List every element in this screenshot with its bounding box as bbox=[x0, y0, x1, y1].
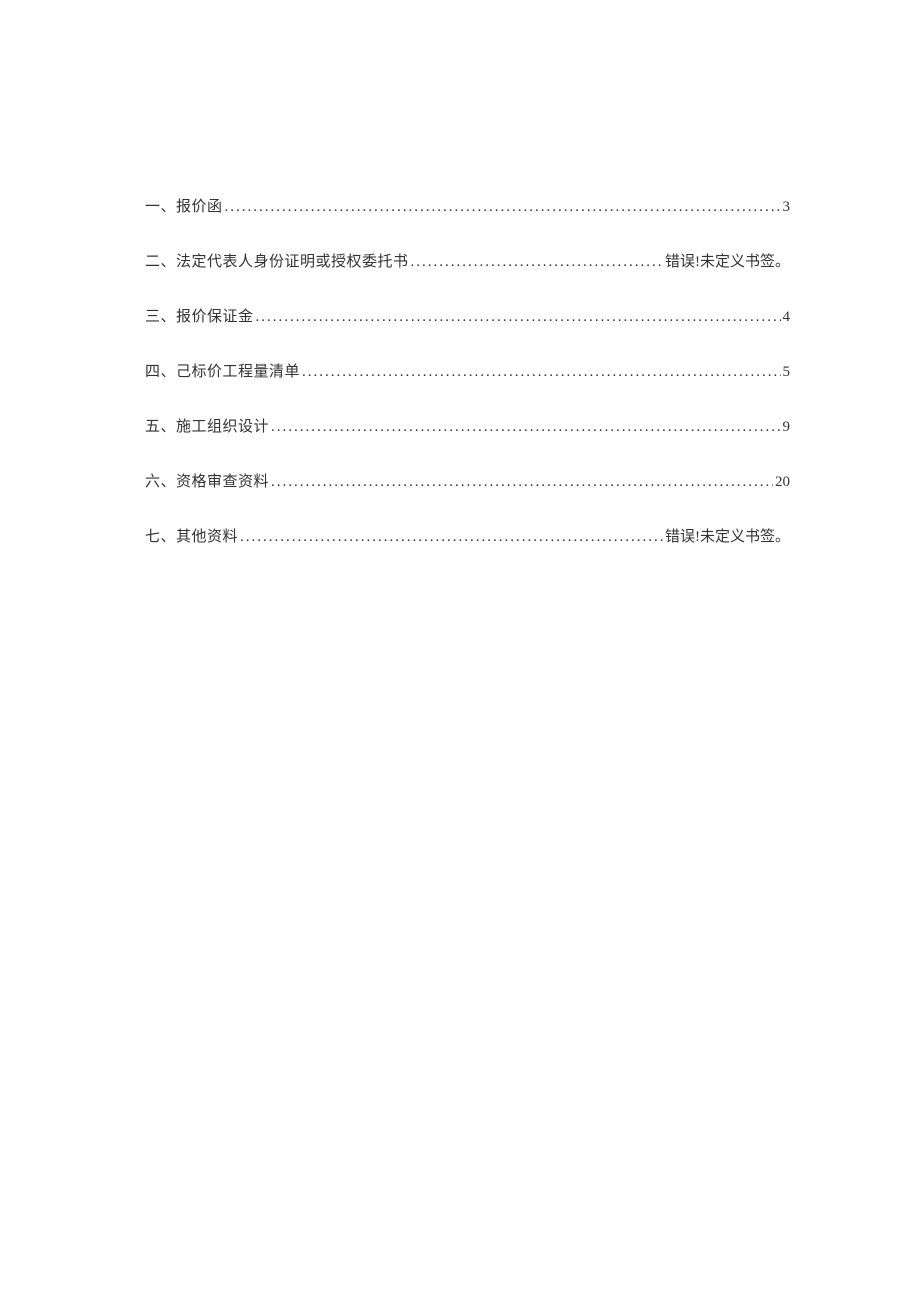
toc-leader-dots bbox=[256, 309, 781, 326]
toc-label: 四、己标价工程量清单 bbox=[145, 360, 300, 381]
toc-label: 五、施工组织设计 bbox=[145, 415, 269, 436]
toc-entry: 一、报价函 3 bbox=[145, 195, 790, 216]
toc-leader-dots bbox=[302, 364, 780, 381]
toc-label: 二、法定代表人身份证明或授权委托书 bbox=[145, 250, 409, 271]
toc-label: 一、报价函 bbox=[145, 195, 223, 216]
toc-entry: 四、己标价工程量清单 5 bbox=[145, 360, 790, 381]
toc-page-number: 5 bbox=[783, 364, 791, 381]
table-of-contents: 一、报价函 3 二、法定代表人身份证明或授权委托书 错误!未定义书签。 三、报价… bbox=[145, 195, 790, 546]
toc-page-number: 20 bbox=[775, 474, 790, 491]
toc-entry: 五、施工组织设计 9 bbox=[145, 415, 790, 436]
toc-page-number: 4 bbox=[783, 309, 791, 326]
toc-page-number: 3 bbox=[783, 199, 791, 216]
toc-entry: 六、资格审查资料 20 bbox=[145, 470, 790, 491]
toc-leader-dots bbox=[271, 419, 780, 436]
toc-leader-dots bbox=[225, 199, 781, 216]
toc-page-error: 错误!未定义书签。 bbox=[665, 250, 790, 271]
toc-entry: 三、报价保证金 4 bbox=[145, 305, 790, 326]
toc-leader-dots bbox=[271, 474, 773, 491]
toc-label: 七、其他资料 bbox=[145, 525, 238, 546]
toc-entry: 二、法定代表人身份证明或授权委托书 错误!未定义书签。 bbox=[145, 250, 790, 271]
toc-entry: 七、其他资料 错误!未定义书签。 bbox=[145, 525, 790, 546]
toc-leader-dots bbox=[411, 254, 663, 271]
toc-page-error: 错误!未定义书签。 bbox=[665, 525, 790, 546]
toc-label: 六、资格审查资料 bbox=[145, 470, 269, 491]
toc-leader-dots bbox=[240, 529, 663, 546]
toc-page-number: 9 bbox=[783, 419, 791, 436]
toc-label: 三、报价保证金 bbox=[145, 305, 254, 326]
